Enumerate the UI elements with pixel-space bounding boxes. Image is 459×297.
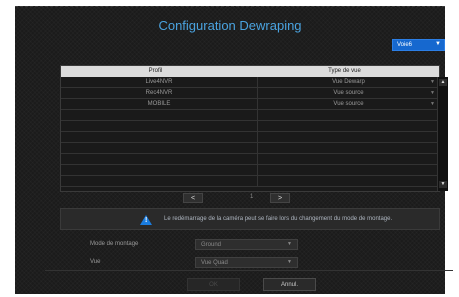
chevron-down-icon: ▼ bbox=[287, 259, 292, 265]
table-row-empty bbox=[61, 121, 439, 132]
table-row-empty bbox=[61, 132, 439, 143]
chevron-down-icon: ▼ bbox=[435, 41, 441, 47]
profile-table: Profil Type de vue Live4NVR Vue Dewarp ▼… bbox=[60, 65, 440, 192]
profile-cell: Rec4NVR bbox=[61, 88, 258, 98]
next-page-button[interactable]: > bbox=[270, 193, 290, 203]
ok-button[interactable]: OK bbox=[187, 278, 240, 291]
column-header-profile: Profil bbox=[148, 68, 163, 74]
restart-notice: ! Le redémarrage de la caméra peut se fa… bbox=[60, 208, 440, 230]
table-row[interactable]: Rec4NVR Vue source ▼ bbox=[61, 88, 439, 99]
mounting-mode-select[interactable]: Ground ▼ bbox=[195, 239, 298, 250]
view-type-value: Vue source bbox=[333, 101, 364, 107]
view-type-dropdown[interactable]: Vue source ▼ bbox=[258, 88, 439, 98]
view-label: Vue bbox=[90, 259, 101, 265]
mounting-mode-label: Mode de montage bbox=[90, 241, 139, 247]
dewarping-config-dialog: Configuration Dewraping Voie6 ▼ Profil T… bbox=[15, 6, 453, 294]
table-row-empty bbox=[61, 154, 439, 165]
table-row-empty bbox=[61, 143, 439, 154]
page-number: 1 bbox=[250, 194, 254, 200]
view-type-dropdown[interactable]: Vue Dewarp ▼ bbox=[258, 77, 439, 87]
column-header-view-type: Type de vue bbox=[328, 68, 361, 74]
scroll-down-icon[interactable]: ▼ bbox=[439, 181, 447, 188]
view-select[interactable]: Vue Quad ▼ bbox=[195, 257, 298, 268]
notice-message: Le redémarrage de la caméra peut se fair… bbox=[164, 216, 393, 222]
profile-cell: Live4NVR bbox=[61, 77, 258, 87]
channel-select[interactable]: Voie6 ▼ bbox=[392, 39, 445, 51]
channel-select-value: Voie6 bbox=[397, 42, 413, 48]
warning-icon: ! bbox=[140, 215, 152, 225]
chevron-down-icon: ▼ bbox=[430, 79, 435, 85]
table-row-empty bbox=[61, 165, 439, 176]
mounting-mode-value: Ground bbox=[201, 242, 222, 248]
view-type-dropdown[interactable]: Vue source ▼ bbox=[258, 99, 439, 109]
cancel-button[interactable]: Annul. bbox=[263, 278, 316, 291]
table-scrollbar[interactable]: ▲ ▼ bbox=[437, 77, 448, 191]
chevron-down-icon: ▼ bbox=[430, 90, 435, 96]
scroll-up-icon[interactable]: ▲ bbox=[439, 79, 447, 86]
prev-page-button[interactable]: < bbox=[183, 193, 203, 203]
warning-icon-glyph: ! bbox=[145, 217, 148, 224]
view-type-value: Vue Dewarp bbox=[332, 79, 365, 85]
table-row-empty bbox=[61, 176, 439, 187]
table-row[interactable]: Live4NVR Vue Dewarp ▼ bbox=[61, 77, 439, 88]
view-value: Vue Quad bbox=[201, 260, 228, 266]
chevron-down-icon: ▼ bbox=[430, 101, 435, 107]
table-row-empty bbox=[61, 110, 439, 121]
chevron-down-icon: ▼ bbox=[287, 241, 292, 247]
view-type-value: Vue source bbox=[333, 90, 364, 96]
table-row[interactable]: MOBILE Vue source ▼ bbox=[61, 99, 439, 110]
table-header: Profil Type de vue bbox=[61, 66, 439, 77]
dialog-title: Configuration Dewraping bbox=[158, 18, 302, 33]
footer-divider bbox=[45, 270, 453, 271]
profile-cell: MOBILE bbox=[61, 99, 258, 109]
